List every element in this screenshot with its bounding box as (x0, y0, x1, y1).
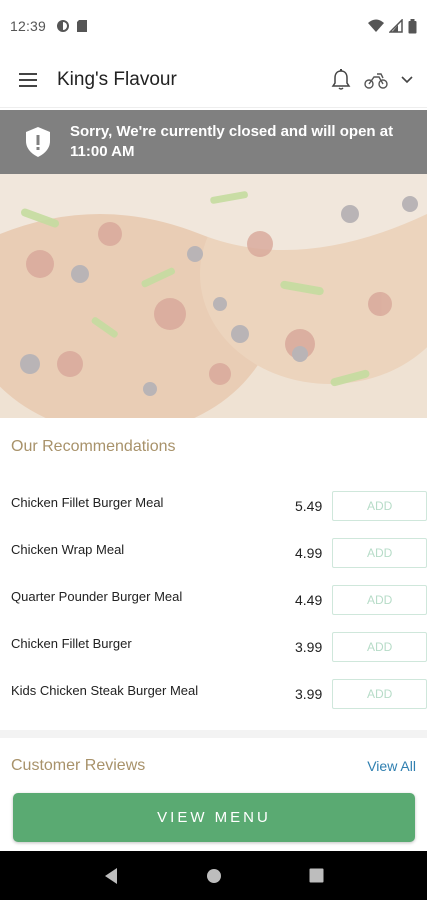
app-bar: King's Flavour (0, 52, 427, 108)
menu-button[interactable] (0, 52, 56, 108)
recents-icon[interactable] (309, 868, 324, 883)
system-nav-bar (0, 851, 427, 900)
list-item: Quarter Pounder Burger Meal 4.49 ADD (0, 576, 427, 623)
list-item: Chicken Fillet Burger Meal 5.49 ADD (0, 482, 427, 529)
item-price: 3.99 (294, 638, 323, 655)
item-price: 4.99 (294, 544, 323, 561)
reviews-title: Customer Reviews (11, 757, 146, 774)
data-saver-icon (57, 20, 70, 32)
shield-alert-icon (26, 127, 50, 157)
add-button[interactable]: ADD (332, 584, 427, 615)
recommendations-list: Chicken Fillet Burger Meal 5.49 ADD Chic… (0, 482, 427, 717)
back-icon[interactable] (103, 867, 119, 885)
item-name: Chicken Fillet Burger Meal (11, 495, 164, 510)
closed-banner: Sorry, We're currently closed and will o… (0, 110, 427, 174)
add-button[interactable]: ADD (332, 537, 427, 568)
sd-card-icon (77, 20, 88, 32)
signal-icon (389, 19, 403, 33)
item-price: 4.49 (294, 591, 323, 608)
wifi-icon (368, 19, 384, 32)
app-title: King's Flavour (57, 68, 177, 90)
list-item: Chicken Wrap Meal 4.99 ADD (0, 529, 427, 576)
item-price: 5.49 (294, 497, 323, 514)
item-name: Kids Chicken Steak Burger Meal (11, 683, 199, 698)
home-icon[interactable] (206, 868, 222, 884)
list-item: Kids Chicken Steak Burger Meal 3.99 ADD (0, 670, 427, 717)
view-all-link[interactable]: View All (367, 758, 416, 774)
battery-icon (408, 18, 417, 33)
add-button[interactable]: ADD (332, 631, 427, 662)
bell-icon[interactable] (331, 68, 351, 91)
closed-message: Sorry, We're currently closed and will o… (70, 123, 394, 160)
menu-icon (19, 72, 37, 87)
chevron-down-icon[interactable] (401, 75, 413, 84)
add-button[interactable]: ADD (332, 678, 427, 709)
add-button[interactable]: ADD (332, 490, 427, 521)
status-bar: 12:39 (0, 0, 427, 52)
item-name: Chicken Fillet Burger (11, 636, 132, 651)
section-divider (0, 730, 427, 738)
scooter-icon[interactable] (363, 70, 389, 90)
item-name: Chicken Wrap Meal (11, 542, 125, 557)
list-item: Chicken Fillet Burger 3.99 ADD (0, 623, 427, 670)
view-menu-button[interactable]: VIEW MENU (13, 793, 415, 842)
status-time: 12:39 (10, 18, 47, 34)
hero-image (0, 174, 427, 418)
item-price: 3.99 (294, 685, 323, 702)
item-name: Quarter Pounder Burger Meal (11, 589, 183, 604)
recommendations-title: Our Recommendations (11, 438, 176, 455)
